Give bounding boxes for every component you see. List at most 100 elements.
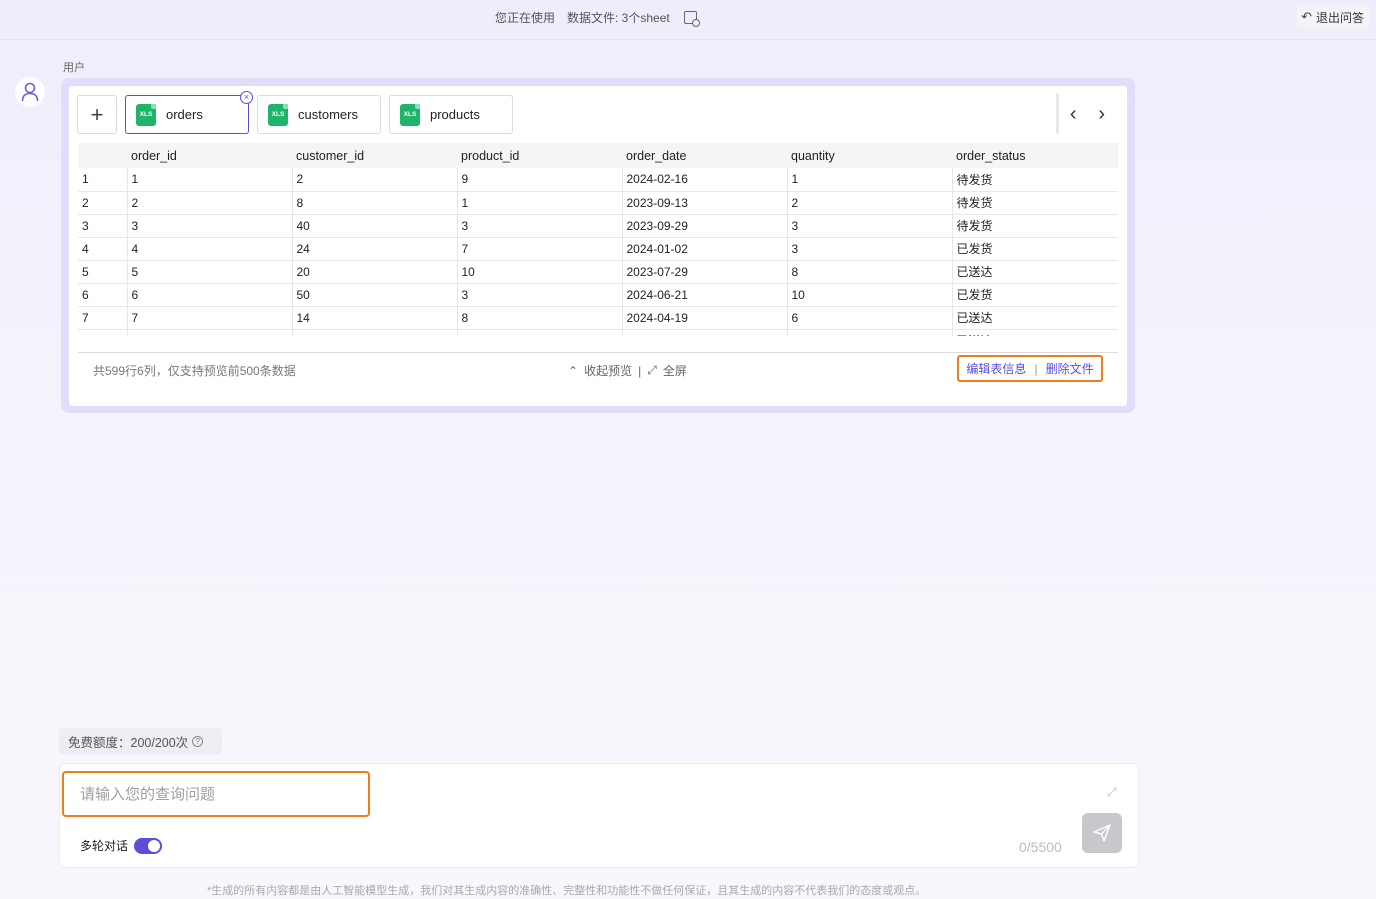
table-row: 88 已送达 (78, 329, 1118, 336)
table-cell: 8 (127, 329, 293, 336)
table-row: 7 7 14 8 2024-04-19 6 已送达 (78, 306, 1118, 330)
table-row: 4 4 24 7 2024-01-02 3 已发货 (78, 237, 1118, 261)
data-preview-table[interactable]: order_id customer_id product_id order_da… (78, 143, 1118, 336)
column-header: quantity (787, 143, 952, 168)
table-cell: 3 (78, 214, 128, 238)
table-cell: 待发货 (952, 214, 1118, 238)
send-icon (1093, 824, 1111, 842)
table-row: 3 3 40 3 2023-09-29 3 待发货 (78, 214, 1118, 238)
table-row: 2 2 8 1 2023-09-13 2 待发货 (78, 191, 1118, 215)
table-cell: 10 (787, 283, 953, 307)
table-actions: 编辑表信息 | 删除文件 (957, 355, 1103, 382)
table-cell: 20 (292, 260, 458, 284)
table-cell: 4 (78, 237, 128, 261)
table-cell: 24 (292, 237, 458, 261)
table-cell: 7 (78, 306, 128, 330)
tab-label: orders (166, 107, 203, 122)
table-cell: 2 (78, 191, 128, 215)
table-cell: 1 (787, 168, 953, 192)
table-row: 5 5 20 10 2023-07-29 8 已送达 (78, 260, 1118, 284)
table-row: 1 1 2 9 2024-02-16 1 待发货 (78, 168, 1118, 192)
table-cell: 9 (457, 168, 623, 192)
table-summary: 共599行6列，仅支持预览前500条数据 (93, 364, 296, 378)
column-header: customer_id (292, 143, 457, 168)
fullscreen-icon: ⤢ (647, 363, 657, 377)
table-cell: 3 (787, 237, 953, 261)
query-input[interactable] (62, 771, 370, 817)
table-cell (787, 329, 953, 336)
multi-turn-toggle[interactable] (134, 837, 163, 854)
chevron-right-icon[interactable]: › (1098, 103, 1105, 126)
table-cell: 8 (457, 306, 623, 330)
table-cell: 已发货 (952, 283, 1118, 307)
char-counter: 0/5500 (1019, 839, 1062, 855)
table-cell: 2 (787, 191, 953, 215)
column-header (78, 143, 127, 168)
user-icon (21, 82, 39, 102)
table-cell: 8 (78, 329, 128, 336)
table-cell: 5 (127, 260, 293, 284)
column-header: product_id (457, 143, 622, 168)
table-cell: 2023-09-13 (622, 191, 788, 215)
table-footer-divider (78, 352, 1118, 353)
table-cell: 已送达 (952, 260, 1118, 284)
table-cell: 7 (127, 306, 293, 330)
free-quota-badge: 免费额度：200/200次 ? (59, 728, 222, 754)
table-cell: 2023-07-29 (622, 260, 788, 284)
table-cell: 50 (292, 283, 458, 307)
file-settings-icon[interactable] (683, 11, 700, 27)
table-cell: 7 (457, 237, 623, 261)
table-cell: 2024-01-02 (622, 237, 788, 261)
send-button[interactable] (1082, 813, 1122, 853)
table-cell (292, 329, 458, 336)
table-cell: 3 (787, 214, 953, 238)
quota-label: 免费额度：200/200次 (68, 735, 189, 750)
table-cell: 5 (78, 260, 128, 284)
table-cell: 2023-09-29 (622, 214, 788, 238)
table-cell: 2 (127, 191, 293, 215)
help-icon[interactable]: ? (192, 735, 204, 747)
close-icon[interactable]: × (240, 91, 253, 104)
file-info: 数据文件: 3个sheet (567, 11, 670, 25)
tab-customers[interactable]: XLS customers (257, 95, 381, 134)
table-cell: 1 (78, 168, 128, 192)
table-cell: 2024-06-21 (622, 283, 788, 307)
user-avatar (15, 77, 45, 107)
table-cell: 已送达 (952, 329, 1118, 336)
collapse-preview-button[interactable]: 收起预览 (584, 362, 632, 379)
fullscreen-button[interactable]: 全屏 (663, 362, 687, 379)
table-cell: 3 (457, 214, 623, 238)
divider: | (1034, 361, 1038, 376)
table-cell: 待发货 (952, 191, 1118, 215)
edit-table-info-button[interactable]: 编辑表信息 (966, 360, 1026, 377)
tab-products[interactable]: XLS products (389, 95, 513, 134)
table-cell: 2 (292, 168, 458, 192)
table-cell: 1 (457, 191, 623, 215)
table-cell: 10 (457, 260, 623, 284)
table-cell: 8 (292, 191, 458, 215)
delete-file-button[interactable]: 删除文件 (1046, 360, 1094, 377)
xls-file-icon: XLS (136, 103, 156, 126)
multi-turn-setting: 多轮对话 (80, 837, 163, 854)
add-file-button[interactable]: + (77, 95, 117, 134)
xls-file-icon: XLS (400, 103, 420, 126)
tab-label: products (430, 107, 480, 122)
undo-icon: ↶ (1301, 9, 1312, 24)
chevron-left-icon[interactable]: ‹ (1070, 103, 1077, 126)
column-header: order_status (952, 143, 1118, 168)
file-status: 您正在使用 数据文件: 3个sheet (495, 9, 700, 27)
xls-file-icon: XLS (268, 103, 288, 126)
table-cell: 6 (127, 283, 293, 307)
table-cell: 6 (78, 283, 128, 307)
table-cell: 1 (127, 168, 293, 192)
table-cell: 2024-02-16 (622, 168, 788, 192)
top-bar: 您正在使用 数据文件: 3个sheet ↶ 退出问答 (0, 0, 1376, 40)
expand-icon[interactable]: ⤢ (1107, 785, 1120, 799)
table-cell: 3 (457, 283, 623, 307)
chevron-up-icon: ⌃ (568, 363, 579, 378)
table-cell (622, 329, 788, 336)
preview-controls: ⌃ 收起预览 | ⤢ 全屏 (568, 362, 687, 379)
divider: | (638, 363, 642, 378)
exit-qa-button[interactable]: ↶ 退出问答 (1297, 5, 1370, 29)
tab-orders[interactable]: XLS orders × (125, 91, 253, 134)
